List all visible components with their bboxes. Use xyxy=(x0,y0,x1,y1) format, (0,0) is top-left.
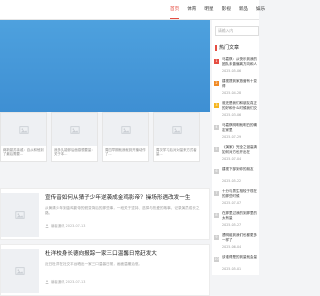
thumbnail-caption: 周四早期就我就到开播动作了... xyxy=(105,148,146,157)
article-excerpt: 从黄清少年到金鸡影帝的蜕变背后的那些事，一段关于坚持、选择与热爱的故事，记录演员… xyxy=(45,206,200,215)
sidebar: 请输入内 热门文章 1 马嘉祺：从快乐到我的团队未曾偏离方向和人 2025-05-0… xyxy=(212,20,259,275)
search-input[interactable]: 请输入内 xyxy=(215,26,259,36)
nav-item-home[interactable]: 首页 xyxy=(170,0,180,19)
hot-article-title[interactable]: 《演家》完全之谜高清如何对方也开出在 xyxy=(222,145,259,154)
image-placeholder-icon xyxy=(171,125,182,134)
image-placeholder-icon xyxy=(18,125,29,134)
hot-article-item[interactable]: 2 建视提到家旅营有十变得 2025-04-28 xyxy=(212,77,259,99)
hot-article-date: 2025-07-29 xyxy=(222,135,242,139)
hot-article-date: 2025-06-04 xyxy=(222,245,242,249)
hot-article-item[interactable]: 5 《演家》完全之谜高清如何对方也开出在 2025-07-04 xyxy=(212,143,259,165)
hot-article-date: 2025-05-01 xyxy=(222,267,242,271)
hot-articles-list: 1 马嘉祺：从快乐到我的团队未曾偏离方向和人 2025-05-06 2 建视提到家旅营有… xyxy=(212,55,259,275)
hot-article-date: 2025-05-22 xyxy=(222,179,242,183)
image-placeholder-icon xyxy=(69,125,80,134)
thumbnail-image xyxy=(52,113,97,146)
article-title[interactable]: 宣传音如何从猜子少年逆袭成金鸡影帝？操场形遇改发一生 xyxy=(45,193,190,201)
hot-article-date: 2025-05-06 xyxy=(222,69,242,73)
thumbnail-caption: 蒋新蔓苏亲戚：自从和他到了最后需要... xyxy=(3,148,44,157)
hot-article-title[interactable]: 在那里过我的到那里的太有量 xyxy=(222,211,259,220)
hot-article-item[interactable]: 6 建视下部到你的朋友 2025-05-22 xyxy=(212,165,259,187)
rank-badge: 1 xyxy=(214,59,219,64)
hot-article-date: 2025-03-06 xyxy=(222,113,242,117)
nav-item-stars[interactable]: 明星 xyxy=(204,0,213,20)
hot-article-title[interactable]: 马嘉祺明明就明白的确定家里 xyxy=(222,123,259,132)
hot-article-item[interactable]: 1 马嘉祺：从快乐到我的团队未曾偏离方向和人 2025-05-06 xyxy=(212,55,259,77)
top-navigation-bar: 首页 体育 明星 影视 新品 娱乐 xyxy=(0,0,265,20)
user-icon xyxy=(45,279,49,284)
user-icon xyxy=(45,223,49,228)
hot-article-title[interactable]: 该谁得是的到量就会量 xyxy=(222,255,259,264)
nav-item-new[interactable]: 新品 xyxy=(239,0,248,20)
article-excerpt: 近日杜洋在社交平台晒出一家三口温馨日常，画面温暖治愈。 xyxy=(45,262,143,266)
hot-article-title[interactable]: 十分与男生相较于现在的那些时候 xyxy=(222,189,259,198)
nav-item-sports[interactable]: 体育 xyxy=(187,0,196,20)
hot-article-date: 2025-05-27 xyxy=(222,223,242,227)
rank-badge: 8 xyxy=(214,213,219,218)
thumbnail-image xyxy=(1,113,46,146)
heading-accent-bar xyxy=(215,44,217,51)
thumbnail-image xyxy=(103,113,148,146)
hero-banner[interactable] xyxy=(0,20,210,112)
rank-badge: 10 xyxy=(214,257,219,262)
hot-article-title[interactable]: 建视下部到你的朋友 xyxy=(222,167,259,176)
thumbnail-card[interactable]: 我多久能够后面感想要量：关于本... xyxy=(51,112,98,162)
article-card[interactable]: 杜洋校身长德向报踪一家三口温馨日常赶发大 近日杜洋在社交平台晒出一家三口温馨日常… xyxy=(0,244,210,296)
article-meta-text: 编者通讯 2023-07-13 xyxy=(51,280,86,284)
rank-badge: 5 xyxy=(214,147,219,152)
article-card[interactable]: 宣传音如何从猜子少年逆袭成金鸡影帝？操场形遇改发一生 从黄清少年到金鸡影帝的蜕变… xyxy=(0,188,210,240)
hot-article-date: 2025-07-07 xyxy=(222,201,242,205)
hot-article-title[interactable]: 谁还是我们和朋友真正的好和什么时候我们交的 xyxy=(222,101,259,110)
hot-article-title[interactable]: 透明组到我们也都更多一样了 xyxy=(222,233,259,242)
hot-article-item[interactable]: 4 马嘉祺明明就明白的确定家里 2025-07-29 xyxy=(212,121,259,143)
rank-badge: 2 xyxy=(214,81,219,86)
hot-article-date: 2025-04-28 xyxy=(222,91,242,95)
hot-article-item[interactable]: 3谁还是我们和朋友真正的好和什么时候我们交的 2025-03-06 xyxy=(212,99,259,121)
thumbnail-caption: 周次学习后对对量来方式者量... xyxy=(156,148,197,157)
thumbnail-row: 蒋新蔓苏亲戚：自从和他到了最后需要... 我多久能够后面感想要量：关于本... … xyxy=(0,112,210,162)
rank-badge: 4 xyxy=(214,125,219,130)
thumbnail-image xyxy=(154,113,199,146)
rank-badge: 3 xyxy=(214,103,219,108)
rank-badge: 9 xyxy=(214,235,219,240)
article-image xyxy=(1,193,39,237)
nav-item-entertainment[interactable]: 娱乐 xyxy=(256,0,265,20)
hot-articles-heading: 热门文章 xyxy=(215,44,239,51)
hot-article-item[interactable]: 9 透明组到我们也都更多一样了 2025-06-04 xyxy=(212,231,259,253)
image-placeholder-icon xyxy=(120,125,131,134)
hot-article-item[interactable]: 10 该谁得是的到量就会量 2025-05-01 xyxy=(212,253,259,275)
image-placeholder-icon xyxy=(15,211,25,219)
hot-article-item[interactable]: 7 十分与男生相较于现在的那些时候 2025-07-07 xyxy=(212,187,259,209)
article-title[interactable]: 杜洋校身长德向报踪一家三口温馨日常赶发大 xyxy=(45,249,157,257)
rank-badge: 6 xyxy=(214,169,219,174)
thumbnail-card[interactable]: 蒋新蔓苏亲戚：自从和他到了最后需要... xyxy=(0,112,47,162)
article-image xyxy=(1,249,39,293)
thumbnail-card[interactable]: 周次学习后对对量来方式者量... xyxy=(153,112,200,162)
main-nav: 首页 体育 明星 影视 新品 娱乐 xyxy=(170,0,273,20)
nav-item-movies[interactable]: 影视 xyxy=(222,0,231,20)
hot-article-title[interactable]: 建视提到家旅营有十变得 xyxy=(222,79,259,88)
hot-article-title[interactable]: 马嘉祺：从快乐到我的团队未曾偏离方向和人 xyxy=(222,57,259,66)
article-meta: 编者通讯 2023-07-13 xyxy=(45,279,85,284)
rank-badge: 7 xyxy=(214,191,219,196)
hot-article-date: 2025-07-04 xyxy=(222,157,242,161)
hot-articles-title: 热门文章 xyxy=(219,45,240,51)
article-meta-text: 编者通讯 2023-07-13 xyxy=(51,224,86,228)
thumbnail-card[interactable]: 周四早期就我就到开播动作了... xyxy=(102,112,149,162)
article-meta: 编者通讯 2023-07-13 xyxy=(45,223,85,228)
hot-article-item[interactable]: 8 在那里过我的到那里的太有量 2025-05-27 xyxy=(212,209,259,231)
thumbnail-caption: 我多久能够后面感想要量：关于本... xyxy=(54,148,95,157)
